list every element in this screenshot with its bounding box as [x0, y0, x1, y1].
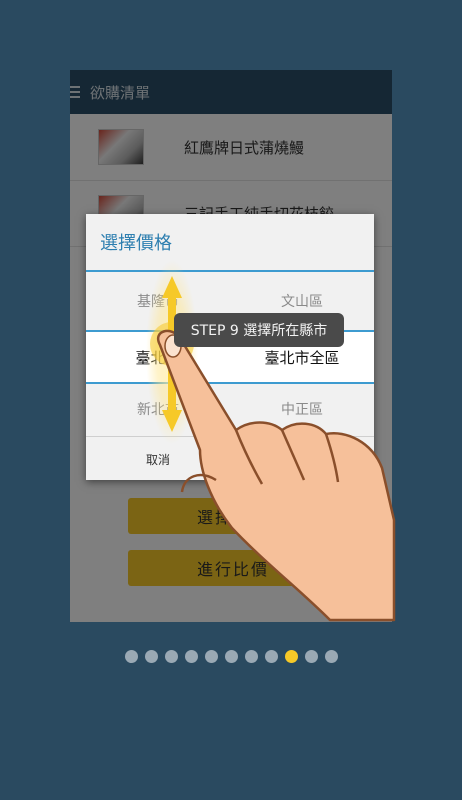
- pagination-dot[interactable]: [144, 650, 158, 663]
- pagination-dot[interactable]: [264, 650, 278, 663]
- pagination-dot[interactable]: [164, 650, 178, 663]
- pagination-dot[interactable]: [224, 650, 238, 663]
- pagination-dot[interactable]: [244, 650, 258, 663]
- pagination-dot[interactable]: [184, 650, 198, 663]
- pagination-dot[interactable]: [324, 650, 338, 663]
- pointing-hand-icon: [156, 329, 396, 622]
- tutorial-overlay: [146, 260, 396, 622]
- step-tooltip: STEP 9 選擇所在縣市: [174, 313, 344, 347]
- pagination-dot[interactable]: [124, 650, 138, 663]
- pagination-dot[interactable]: [304, 650, 318, 663]
- pagination-dot[interactable]: [204, 650, 218, 663]
- pagination-dots: [0, 650, 462, 666]
- pagination-dot[interactable]: [284, 650, 298, 663]
